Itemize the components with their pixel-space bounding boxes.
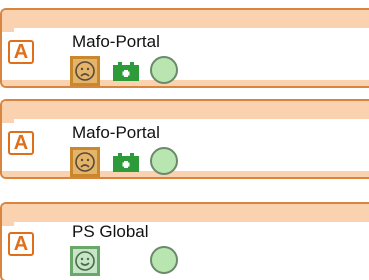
app-title: PS Global: [72, 222, 149, 241]
app-card[interactable]: A Mafo-Portal: [0, 99, 369, 179]
sad-face-icon[interactable]: [70, 147, 100, 177]
card-footer-band: [2, 171, 369, 177]
happy-face-icon[interactable]: [70, 246, 100, 276]
status-circle-icon: [150, 56, 178, 84]
sad-face-icon[interactable]: [70, 56, 100, 86]
status-circle-icon: [150, 246, 178, 274]
battery-icon: [112, 62, 140, 86]
letter-a-badge-icon: A: [8, 232, 34, 256]
status-circle-icon: [150, 147, 178, 175]
card-body: [14, 119, 369, 171]
app-list: A Mafo-Portal A Mafo-Portal A PS Global: [0, 0, 369, 280]
card-footer-band: [2, 80, 369, 86]
app-card[interactable]: A PS Global: [0, 202, 369, 280]
app-title: Mafo-Portal: [72, 32, 160, 51]
app-title: Mafo-Portal: [72, 123, 160, 142]
card-body: [14, 222, 369, 280]
app-card[interactable]: A Mafo-Portal: [0, 8, 369, 88]
letter-a-badge-icon: A: [8, 40, 34, 64]
card-body: [14, 28, 369, 80]
battery-icon: [112, 153, 140, 177]
letter-a-badge-icon: A: [8, 131, 34, 155]
